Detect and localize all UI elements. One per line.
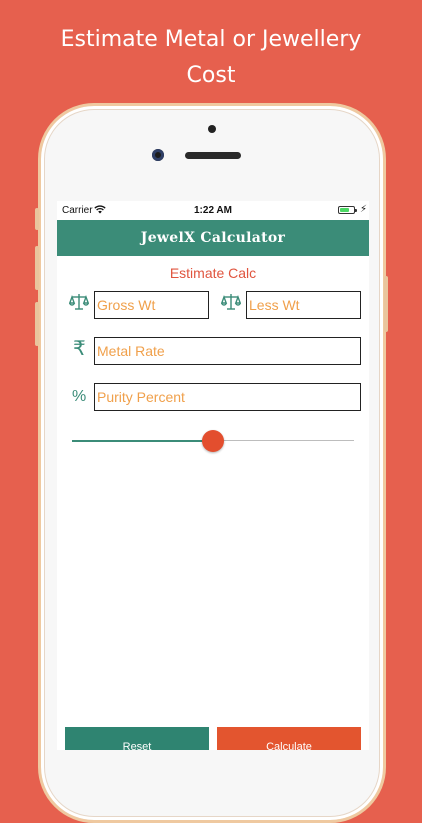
- battery-icon: [338, 206, 357, 214]
- gross-wt-input[interactable]: [95, 292, 208, 318]
- rupee-icon: ₹: [73, 338, 86, 360]
- purity-percent-field[interactable]: [94, 383, 361, 411]
- promo-headline: Estimate Metal or Jewellery Cost: [0, 22, 422, 94]
- slider-track-filled: [72, 440, 213, 442]
- status-bar: Carrier 1:22 AM ⚡: [57, 201, 369, 220]
- percent-icon: %: [72, 388, 87, 405]
- balance-scale-icon: [69, 292, 89, 312]
- charging-bolt-icon: ⚡: [360, 204, 368, 215]
- metal-rate-input[interactable]: [95, 338, 360, 364]
- status-time: 1:22 AM: [194, 205, 232, 216]
- purity-percent-input[interactable]: [95, 384, 360, 410]
- volume-down-button: [35, 302, 39, 346]
- less-wt-input[interactable]: [247, 292, 360, 318]
- slider-thumb[interactable]: [202, 430, 224, 452]
- gross-wt-field[interactable]: [94, 291, 209, 319]
- power-button: [384, 276, 388, 332]
- calculate-button[interactable]: Calculate: [217, 727, 361, 750]
- earpiece-speaker: [185, 152, 241, 159]
- front-camera: [152, 149, 164, 161]
- reset-button[interactable]: Reset: [65, 727, 209, 750]
- section-title: Estimate Calc: [169, 265, 257, 281]
- metal-rate-field[interactable]: [94, 337, 361, 365]
- balance-scale-icon: [221, 292, 241, 312]
- nav-title: JewelX Calculator: [140, 230, 286, 246]
- purity-slider[interactable]: [72, 430, 354, 452]
- volume-up-button: [35, 246, 39, 290]
- promo-headline-line1: Estimate Metal or Jewellery: [60, 27, 362, 52]
- mute-switch: [35, 208, 39, 230]
- phone-screen: Carrier 1:22 AM ⚡ JewelX Calculator Esti…: [57, 201, 369, 750]
- less-wt-field[interactable]: [246, 291, 361, 319]
- nav-bar: JewelX Calculator: [57, 220, 369, 256]
- proximity-sensor: [208, 125, 216, 133]
- promo-headline-line2: Cost: [186, 63, 236, 88]
- slider-track-empty: [213, 440, 354, 441]
